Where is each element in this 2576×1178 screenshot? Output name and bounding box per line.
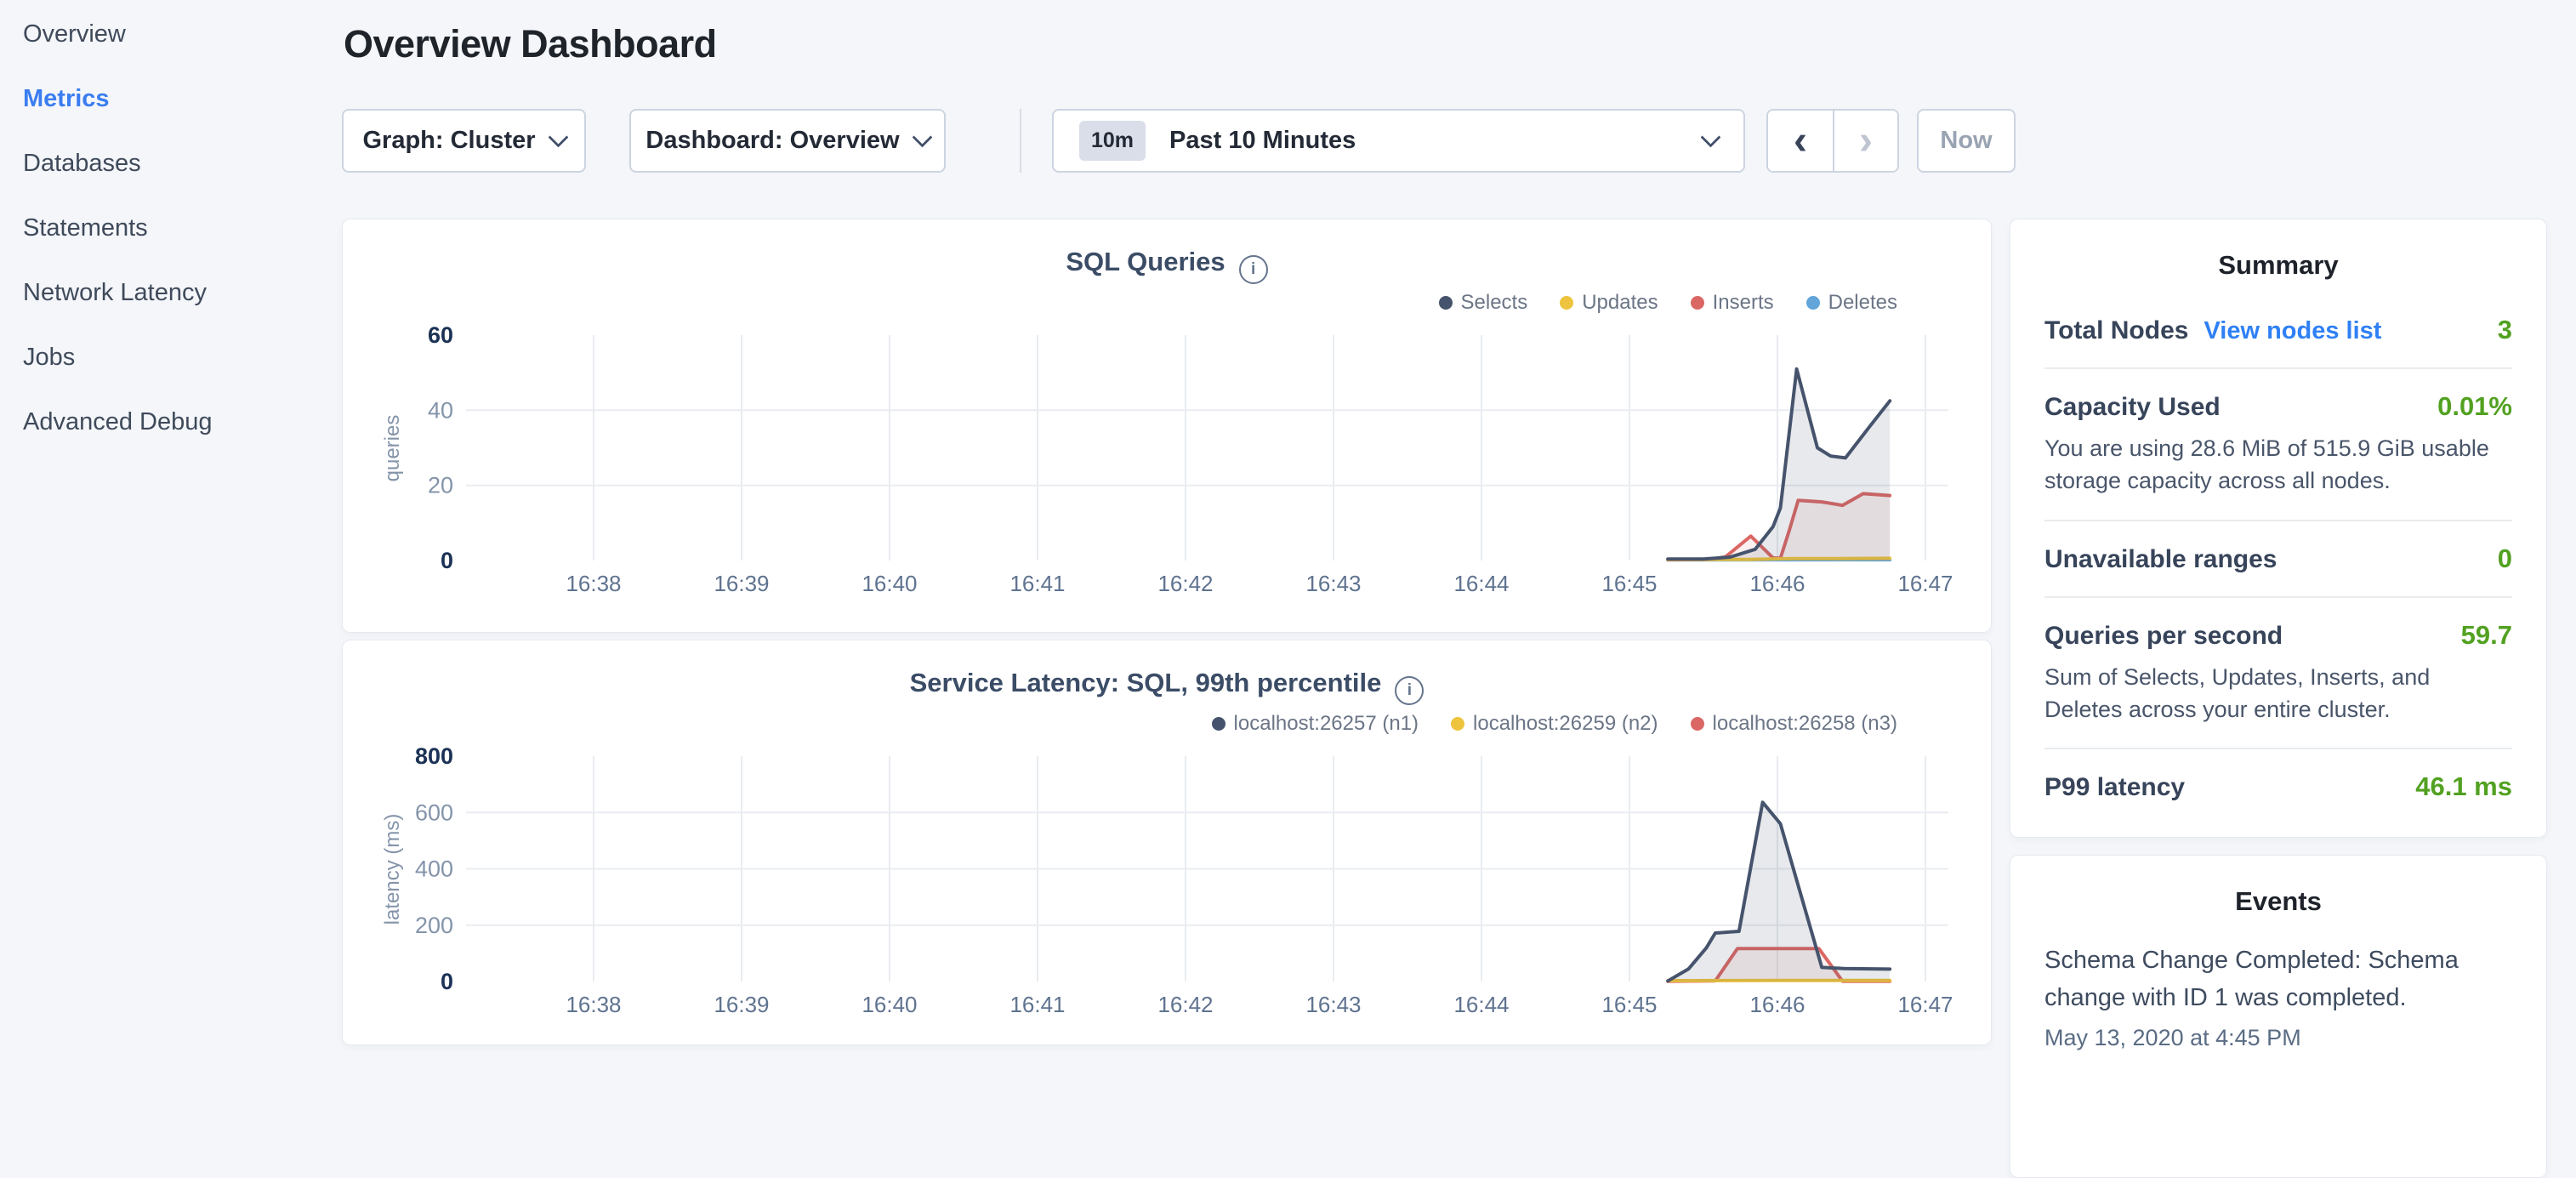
x-tick-label: 16:41 bbox=[1009, 571, 1065, 596]
chevron-right-icon: › bbox=[1859, 117, 1873, 164]
y-tick-label: 400 bbox=[415, 856, 453, 882]
summary-row-capacity-used: Capacity Used 0.01% You are using 28.6 M… bbox=[2044, 367, 2512, 520]
x-tick-label: 16:46 bbox=[1749, 571, 1805, 596]
x-tick-label: 16:46 bbox=[1749, 992, 1805, 1017]
y-tick-label: 200 bbox=[415, 913, 453, 938]
x-tick-label: 16:45 bbox=[1601, 992, 1657, 1017]
service-latency-chart-card: Service Latency: SQL, 99th percentile i l… bbox=[342, 640, 1992, 1045]
chart-title: Service Latency: SQL, 99th percentile bbox=[910, 668, 1382, 697]
summary-row-description: You are using 28.6 MiB of 515.9 GiB usab… bbox=[2044, 432, 2512, 498]
sql-queries-chart-card: SQL Queriesi SelectsUpdatesInsertsDelete… bbox=[342, 219, 1992, 633]
time-range-dropdown[interactable]: 10m Past 10 Minutes bbox=[1052, 109, 1745, 173]
sidebar-item-advanced-debug[interactable]: Advanced Debug bbox=[0, 390, 340, 454]
x-tick-label: 16:47 bbox=[1897, 992, 1953, 1017]
summary-row-value: 59.7 bbox=[2461, 620, 2512, 651]
sidebar-item-statements[interactable]: Statements bbox=[0, 196, 340, 260]
summary-row-value: 46.1 ms bbox=[2415, 771, 2512, 802]
time-range-pager: ‹ › bbox=[1766, 109, 1899, 173]
x-tick-label: 16:44 bbox=[1453, 992, 1509, 1017]
summary-row-label: Unavailable ranges bbox=[2044, 545, 2277, 574]
x-tick-label: 16:43 bbox=[1305, 571, 1361, 596]
event-timestamp: May 13, 2020 at 4:45 PM bbox=[2044, 1025, 2512, 1051]
x-tick-label: 16:39 bbox=[714, 571, 769, 596]
divider bbox=[1020, 109, 1021, 173]
y-axis-label: latency (ms) bbox=[381, 814, 404, 925]
summary-row-value: 0 bbox=[2498, 543, 2512, 574]
graph-dropdown[interactable]: Graph: Cluster bbox=[342, 109, 586, 173]
x-tick-label: 16:44 bbox=[1453, 571, 1509, 596]
summary-row-label: P99 latency bbox=[2044, 773, 2185, 802]
y-tick-label: 60 bbox=[428, 322, 453, 348]
time-range-label: Past 10 Minutes bbox=[1169, 127, 1356, 155]
y-axis-label: queries bbox=[381, 415, 404, 482]
chart-title: SQL Queries bbox=[1066, 247, 1225, 276]
event-text: Schema Change Completed: Schema change w… bbox=[2044, 942, 2512, 1016]
prev-range-button[interactable]: ‹ bbox=[1768, 111, 1833, 171]
summary-row-description: Sum of Selects, Updates, Inserts, and De… bbox=[2044, 661, 2512, 726]
summary-row-queries-per-second: Queries per second 59.7 Sum of Selects, … bbox=[2044, 596, 2512, 748]
sql-queries-chart: 16:38 16:39 16:40 16:41 16:42 16:43 16:44 16:45… bbox=[377, 304, 1993, 623]
info-icon[interactable]: i bbox=[1395, 676, 1424, 705]
now-button[interactable]: Now bbox=[1917, 109, 2016, 173]
dashboard-dropdown[interactable]: Dashboard: Overview bbox=[629, 109, 946, 173]
sidebar-item-jobs[interactable]: Jobs bbox=[0, 325, 340, 390]
summary-row-label: Total Nodes bbox=[2044, 316, 2188, 345]
next-range-button[interactable]: › bbox=[1833, 111, 1897, 171]
summary-row-label: Queries per second bbox=[2044, 622, 2283, 651]
y-tick-label: 800 bbox=[415, 743, 453, 769]
chevron-left-icon: ‹ bbox=[1794, 117, 1807, 164]
y-tick-label: 0 bbox=[441, 548, 453, 573]
summary-row-value: 0.01% bbox=[2437, 391, 2512, 422]
y-tick-label: 0 bbox=[441, 969, 453, 994]
events-panel: Events Schema Change Completed: Schema c… bbox=[2010, 855, 2547, 1178]
x-tick-label: 16:47 bbox=[1897, 571, 1953, 596]
series-area-Selects bbox=[1668, 369, 1890, 561]
sidebar-item-network-latency[interactable]: Network Latency bbox=[0, 260, 340, 325]
x-tick-label: 16:42 bbox=[1157, 992, 1213, 1017]
summary-row-label: Capacity Used bbox=[2044, 393, 2221, 422]
x-tick-label: 16:38 bbox=[566, 992, 621, 1017]
info-icon[interactable]: i bbox=[1239, 255, 1268, 284]
chevron-down-icon bbox=[1700, 127, 1720, 147]
x-tick-label: 16:41 bbox=[1009, 992, 1065, 1017]
summary-row-unavailable-ranges: Unavailable ranges 0 bbox=[2044, 520, 2512, 596]
summary-row-p99-latency: P99 latency 46.1 ms bbox=[2044, 748, 2512, 824]
y-tick-label: 600 bbox=[415, 800, 453, 825]
sidebar: Overview Metrics Databases Statements Ne… bbox=[0, 0, 340, 1053]
summary-row-total-nodes: Total Nodes View nodes list 3 bbox=[2044, 293, 2512, 367]
time-range-badge: 10m bbox=[1079, 121, 1146, 161]
chevron-down-icon bbox=[912, 127, 932, 147]
summary-title: Summary bbox=[2010, 250, 2546, 281]
x-tick-label: 16:42 bbox=[1157, 571, 1213, 596]
event-list-item[interactable]: Schema Change Completed: Schema change w… bbox=[2010, 942, 2546, 1051]
dashboard-dropdown-label: Dashboard: Overview bbox=[645, 127, 899, 155]
y-tick-label: 20 bbox=[428, 473, 453, 498]
x-tick-label: 16:43 bbox=[1305, 992, 1361, 1017]
service-latency-chart: 16:38 16:39 16:40 16:41 16:42 16:43 16:44 16:45… bbox=[377, 726, 1993, 1044]
x-tick-label: 16:40 bbox=[862, 992, 917, 1017]
x-tick-label: 16:38 bbox=[566, 571, 621, 596]
x-tick-label: 16:45 bbox=[1601, 571, 1657, 596]
page-title: Overview Dashboard bbox=[344, 22, 717, 66]
sidebar-item-overview[interactable]: Overview bbox=[0, 2, 340, 66]
summary-panel: Summary Total Nodes View nodes list 3 Ca… bbox=[2010, 219, 2547, 838]
chevron-down-icon bbox=[548, 127, 568, 147]
events-title: Events bbox=[2010, 886, 2546, 917]
graph-dropdown-label: Graph: Cluster bbox=[362, 127, 535, 155]
controls-bar: Graph: Cluster Dashboard: Overview 10m P… bbox=[342, 109, 2016, 173]
x-tick-label: 16:40 bbox=[862, 571, 917, 596]
summary-row-value: 3 bbox=[2498, 315, 2512, 345]
y-tick-label: 40 bbox=[428, 397, 453, 423]
sidebar-item-databases[interactable]: Databases bbox=[0, 131, 340, 196]
view-nodes-list-link[interactable]: View nodes list bbox=[2204, 317, 2381, 345]
gridlines bbox=[466, 335, 1948, 561]
x-tick-label: 16:39 bbox=[714, 992, 769, 1017]
sidebar-item-metrics[interactable]: Metrics bbox=[0, 66, 340, 131]
